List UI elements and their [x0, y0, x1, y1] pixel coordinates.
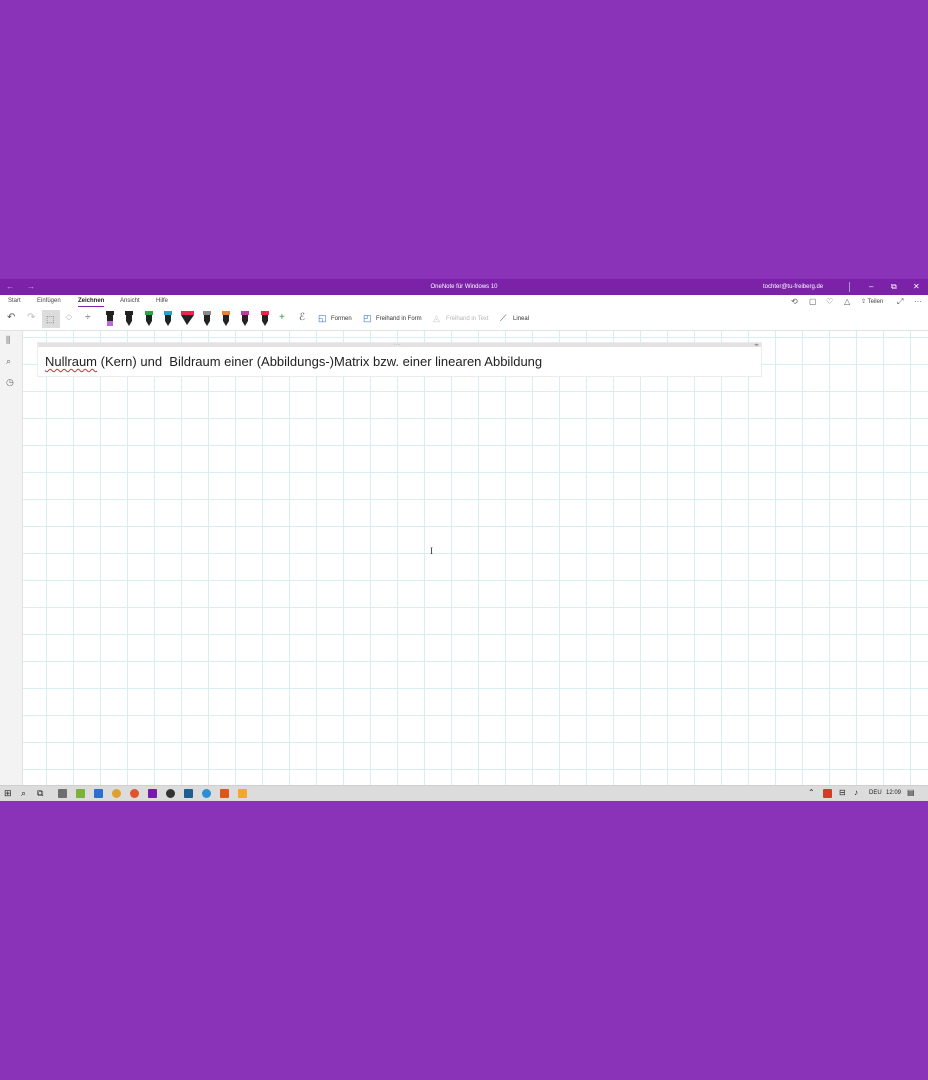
title-separator	[849, 282, 850, 292]
text-cursor-icon: I	[430, 546, 433, 556]
lasso-icon: ⬚	[46, 314, 55, 324]
share-icon: ⇪	[861, 299, 867, 305]
tab-einfuegen[interactable]: Einfügen	[37, 298, 61, 304]
page-title[interactable]: Nullraum (Kern) und Bildraum einer (Abbi…	[45, 354, 542, 369]
pen-orange[interactable]	[222, 311, 230, 326]
account-name[interactable]: tochter@tu-freiberg.de	[763, 284, 823, 290]
close-icon[interactable]: ✕	[913, 282, 920, 291]
taskbar-app-2[interactable]	[76, 789, 85, 798]
pen-magenta[interactable]	[241, 311, 249, 326]
freihand-in-form-button[interactable]: Freihand in Form	[376, 316, 422, 322]
shapes-icon: ◱	[318, 313, 327, 323]
taskbar-app-5[interactable]	[130, 789, 139, 798]
title-misspelled-word: Nullraum	[45, 354, 98, 369]
notebook-icon[interactable]: ▢	[809, 297, 817, 306]
pen-purple-highlight[interactable]	[106, 311, 114, 326]
language-indicator[interactable]: DEU	[869, 790, 882, 796]
freihand-in-text-button[interactable]: Freihand in Text	[446, 316, 489, 322]
pen-gray[interactable]	[203, 311, 211, 326]
ink-replay-icon[interactable]: ℰ	[299, 312, 305, 324]
expand-icon[interactable]: ◂▸	[754, 343, 759, 348]
fullscreen-icon[interactable]: ⤢	[897, 297, 903, 307]
network-icon[interactable]: ⊟	[839, 788, 846, 797]
draw-toolbar: ↶ ↷ ⬚ ◌ ÷ + ℰ ◱ Formen ◰ Freihand in For…	[0, 308, 928, 331]
redo-icon[interactable]: ↷	[27, 312, 35, 324]
tab-ansicht[interactable]: Ansicht	[120, 298, 140, 304]
ruler-icon: ⟋	[500, 313, 507, 323]
notebooks-icon[interactable]: ⫼	[6, 335, 10, 346]
taskbar-onenote-icon[interactable]	[147, 789, 158, 801]
tab-hilfe[interactable]: Hilfe	[156, 298, 168, 304]
pen-blue[interactable]	[164, 311, 172, 326]
lightbulb-icon[interactable]: ♡	[826, 297, 833, 306]
ink-to-text-icon: ◬	[433, 313, 440, 323]
windows-taskbar: ⊞ ⌕ ⧉ ⌃ ⊟ ♪ DEU 12:09 ▤	[0, 785, 928, 801]
tab-zeichnen[interactable]: Zeichnen	[78, 298, 105, 307]
undo-icon[interactable]: ↶	[7, 312, 15, 324]
ink-to-shape-icon: ◰	[363, 313, 372, 323]
onenote-window: ← → OneNote für Windows 10 tochter@tu-fr…	[0, 279, 928, 801]
search-icon[interactable]: ⌕	[6, 356, 11, 367]
pen-green[interactable]	[145, 311, 153, 326]
insert-space-icon[interactable]: ÷	[85, 312, 91, 324]
minimize-icon[interactable]: –	[869, 282, 873, 291]
clock[interactable]: 12:09	[886, 790, 901, 796]
lasso-select-button[interactable]: ⬚	[42, 310, 60, 328]
lineal-button[interactable]: Lineal	[513, 316, 529, 322]
title-text: (Kern) und Bildraum einer (Abbildungs-)M…	[97, 354, 543, 369]
note-container[interactable]: ···· ◂▸ Nullraum (Kern) und Bildraum ein…	[37, 342, 762, 377]
note-container-handle[interactable]: ···· ◂▸	[38, 343, 761, 348]
task-view-icon[interactable]: ⧉	[37, 787, 43, 799]
taskbar-app-9[interactable]	[202, 789, 211, 798]
pen-black[interactable]	[125, 311, 133, 326]
ribbon-tabs: Start Einfügen Zeichnen Ansicht Hilfe ⟲ …	[0, 295, 928, 308]
add-pen-icon[interactable]: +	[279, 312, 285, 324]
tray-chevron-icon[interactable]: ⌃	[808, 788, 815, 797]
taskbar-app-7[interactable]	[165, 789, 176, 801]
tray-app-icon[interactable]	[823, 789, 832, 798]
title-bar: ← → OneNote für Windows 10 tochter@tu-fr…	[0, 279, 928, 295]
eraser-icon[interactable]: ◌	[66, 312, 72, 324]
sync-icon[interactable]: ⟲	[791, 297, 798, 306]
share-button[interactable]: ⇪ Teilen	[861, 298, 883, 305]
maximize-icon[interactable]: ⧉	[891, 282, 897, 292]
taskbar-app-3[interactable]	[94, 789, 103, 798]
taskbar-app-1[interactable]	[58, 789, 67, 798]
taskbar-app-10[interactable]	[220, 789, 229, 798]
more-icon[interactable]: ···	[914, 297, 922, 306]
taskbar-search-icon[interactable]: ⌕	[21, 787, 26, 799]
tab-start[interactable]: Start	[8, 298, 21, 304]
taskbar-chrome-icon[interactable]	[111, 789, 122, 801]
taskbar-app-8[interactable]	[184, 789, 193, 798]
highlighter-red[interactable]	[181, 311, 194, 326]
taskbar-app-11[interactable]	[237, 789, 248, 801]
formen-button[interactable]: Formen	[331, 316, 352, 322]
notifications-icon[interactable]: ▤	[907, 788, 915, 797]
drag-grip-icon[interactable]: ····	[394, 343, 401, 348]
windows-start-icon[interactable]: ⊞	[4, 787, 12, 799]
recent-icon[interactable]: ◷	[6, 377, 14, 388]
volume-icon[interactable]: ♪	[854, 788, 858, 797]
bell-icon[interactable]: △	[844, 297, 850, 306]
page-canvas[interactable]: ···· ◂▸ Nullraum (Kern) und Bildraum ein…	[23, 331, 928, 785]
share-label: Teilen	[867, 299, 884, 305]
pen-pink[interactable]	[261, 311, 269, 326]
left-navigation: ⫼ ⌕ ◷	[0, 331, 23, 785]
